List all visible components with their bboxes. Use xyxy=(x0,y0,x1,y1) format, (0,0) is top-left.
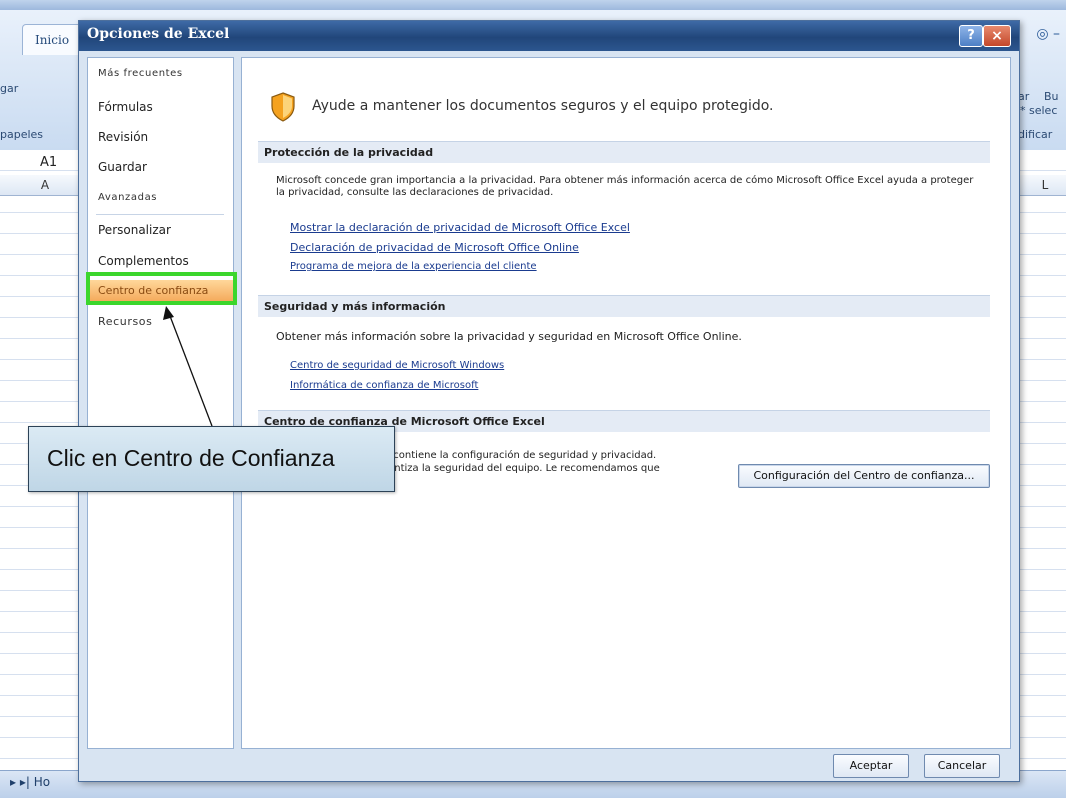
dialog-title-bar[interactable]: Opciones de Excel ? × xyxy=(79,21,1019,51)
instruction-callout: Clic en Centro de Confianza xyxy=(28,426,395,492)
nav-divider xyxy=(96,214,224,215)
nav-item-personalizar[interactable]: Personalizar xyxy=(98,223,171,237)
highlight-box xyxy=(86,272,237,305)
cancel-button[interactable]: Cancelar xyxy=(924,754,1000,778)
trust-center-settings-button[interactable]: Configuración del Centro de confianza... xyxy=(738,464,990,488)
link-privacy-office-online[interactable]: Declaración de privacidad de Microsoft O… xyxy=(290,241,579,254)
tab-inicio[interactable]: Inicio xyxy=(22,24,82,55)
security-text: Obtener más información sobre la privaci… xyxy=(276,330,742,343)
ok-button[interactable]: Aceptar xyxy=(833,754,909,778)
dialog-title: Opciones de Excel xyxy=(87,26,230,42)
paste-label[interactable]: gar xyxy=(0,82,18,95)
nav-item-recursos[interactable]: Recursos xyxy=(98,315,152,328)
trust-text-line1: a contiene la configuración de seguridad… xyxy=(384,450,657,461)
nav-item-formulas[interactable]: Fórmulas xyxy=(98,100,153,114)
link-trustworthy-computing[interactable]: Informática de confianza de Microsoft xyxy=(290,380,478,391)
link-customer-experience[interactable]: Programa de mejora de la experiencia del… xyxy=(290,261,537,272)
nav-item-guardar[interactable]: Guardar xyxy=(98,160,147,174)
link-windows-security[interactable]: Centro de seguridad de Microsoft Windows xyxy=(290,360,504,371)
nav-item-mas-frecuentes[interactable]: Más frecuentes xyxy=(98,68,183,79)
ribbon-right-label-2: Bu xyxy=(1044,90,1059,103)
section-privacy-title: Protección de la privacidad xyxy=(258,141,990,163)
name-box[interactable]: A1 xyxy=(40,155,57,170)
help-button[interactable]: ? xyxy=(959,25,983,47)
column-a-header[interactable]: A xyxy=(30,175,60,195)
nav-item-avanzadas[interactable]: Avanzadas xyxy=(98,192,157,203)
column-l-header[interactable]: L xyxy=(1030,175,1060,195)
privacy-text: Microsoft concede gran importancia a la … xyxy=(276,175,974,198)
excel-options-dialog: Opciones de Excel ? × Más frecuentes Fór… xyxy=(78,20,1020,782)
options-content: Ayude a mantener los documentos seguros … xyxy=(241,57,1011,749)
trust-text-line2: rantiza la seguridad del equipo. Le reco… xyxy=(384,463,660,474)
shield-icon xyxy=(271,92,295,122)
ribbon-right-label-4: dificar xyxy=(1018,128,1053,141)
link-privacy-excel[interactable]: Mostrar la declaración de privacidad de … xyxy=(290,221,630,234)
sheet-tab[interactable]: ▸ ▸| Ho xyxy=(10,775,50,789)
options-nav: Más frecuentes Fórmulas Revisión Guardar… xyxy=(87,57,234,749)
section-security-title: Seguridad y más información xyxy=(258,295,990,317)
help-icon[interactable]: ◎ – xyxy=(1036,26,1060,42)
close-button[interactable]: × xyxy=(983,25,1011,47)
nav-item-complementos[interactable]: Complementos xyxy=(98,254,189,268)
callout-text: Clic en Centro de Confianza xyxy=(47,445,335,471)
content-heading: Ayude a mantener los documentos seguros … xyxy=(312,98,774,114)
excel-title-strip xyxy=(0,0,1066,10)
ribbon-right-label-3: * selec xyxy=(1020,104,1058,117)
nav-item-revision[interactable]: Revisión xyxy=(98,130,148,144)
clipboard-group-label: papeles xyxy=(0,128,44,141)
